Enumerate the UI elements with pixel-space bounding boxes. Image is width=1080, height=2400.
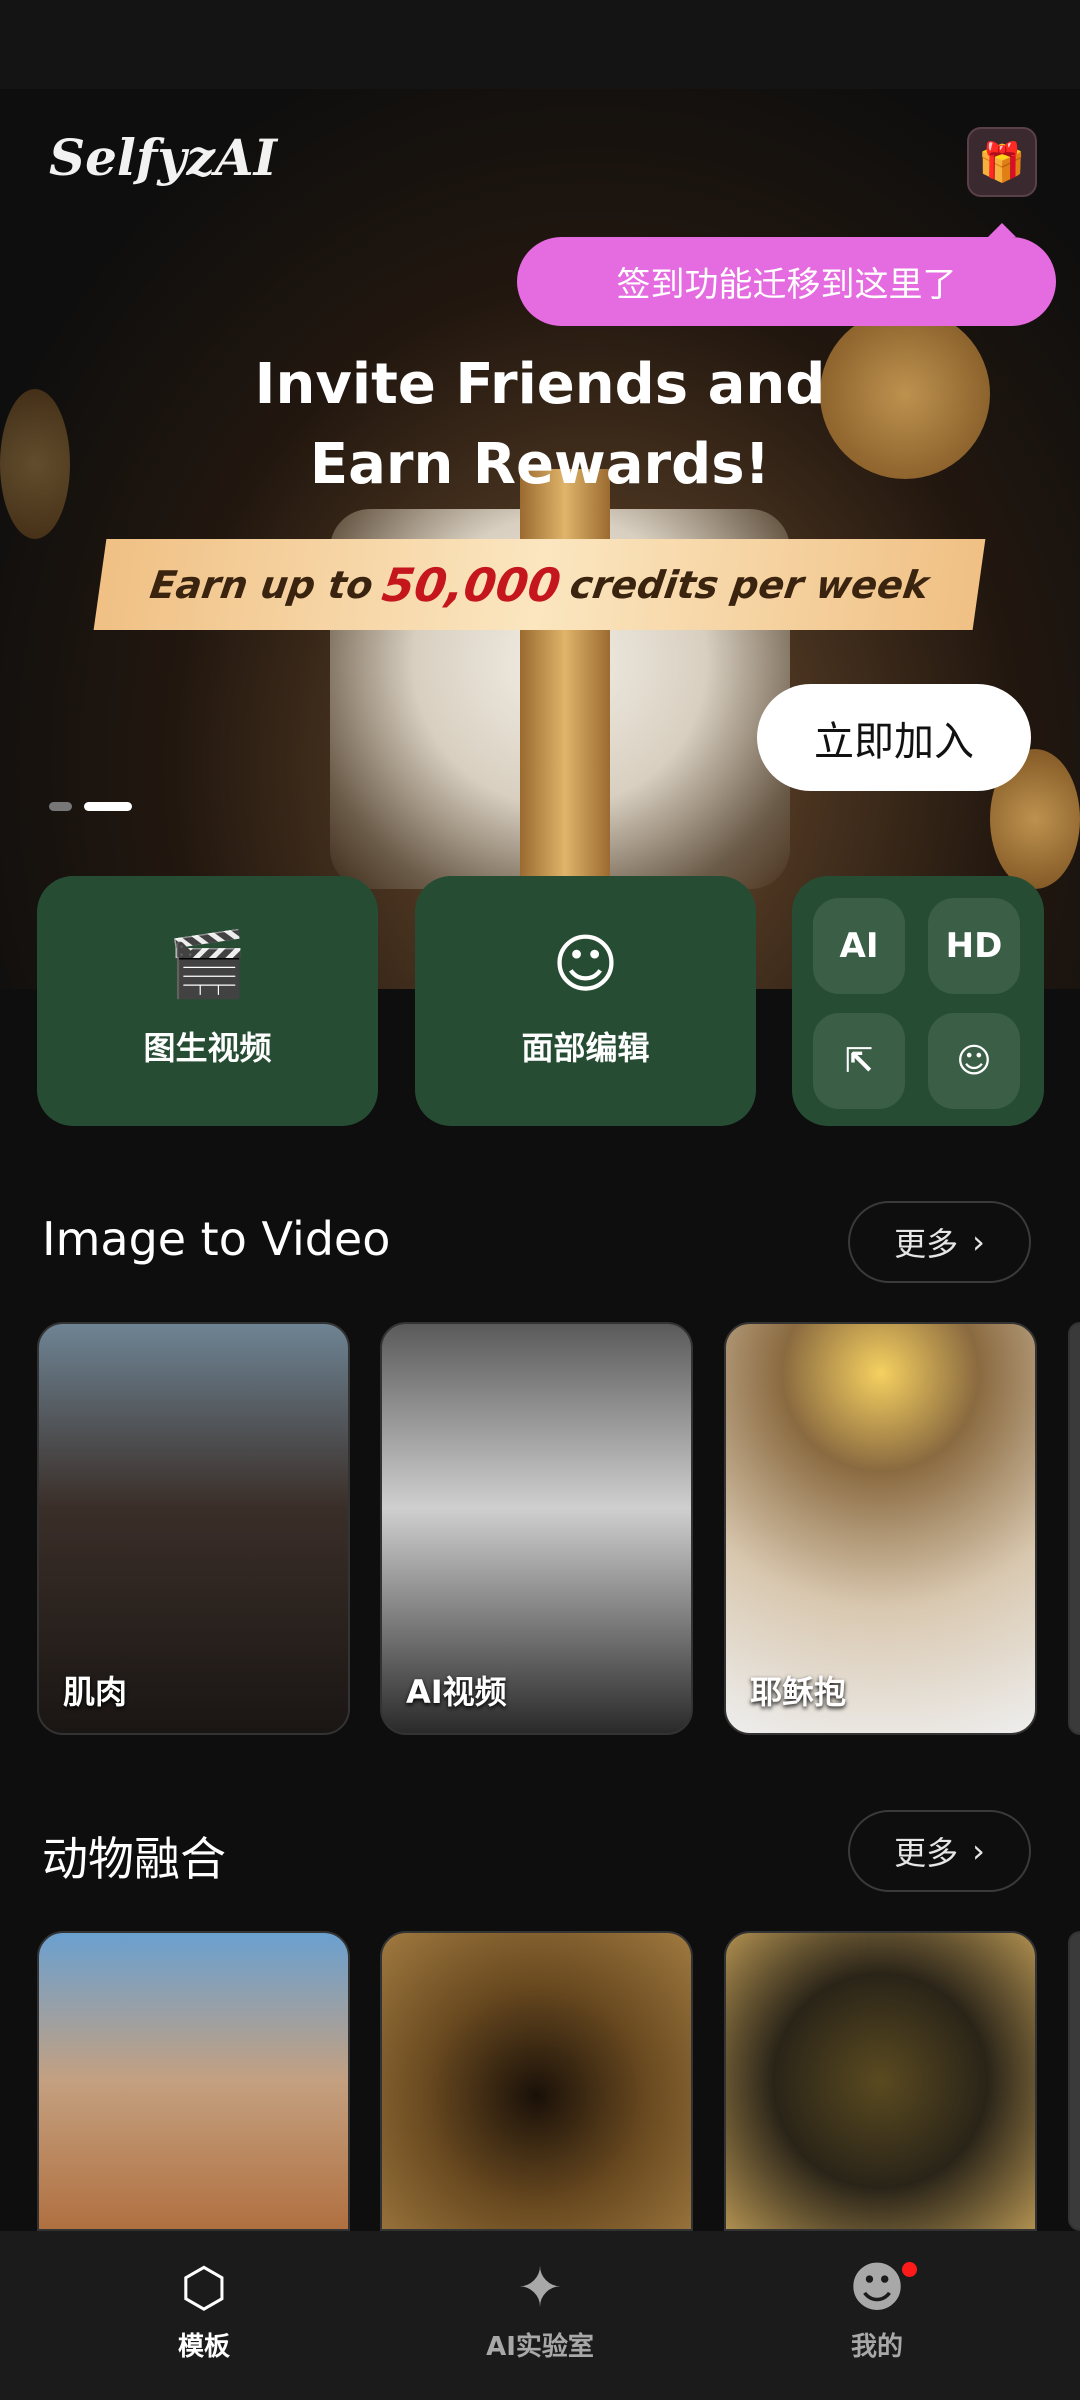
banner-title-line2: Earn Rewards!: [309, 432, 771, 497]
gift-ribbon-image: [520, 469, 610, 889]
baby-face-icon[interactable]: ☺: [928, 1013, 1020, 1109]
template-label: 肌肉: [63, 1673, 128, 1711]
feature-label: 图生视频: [143, 1029, 272, 1067]
feature-card-image-to-video[interactable]: 🎬 图生视频: [37, 876, 378, 1126]
bottom-nav: ⬡ 模板 ✦ AI实验室 ☻ 我的: [0, 2231, 1080, 2400]
more-label: 更多: [894, 1834, 959, 1872]
ai-video-icon: 🎬: [167, 928, 248, 1002]
nav-label: 模板: [177, 2332, 230, 2362]
nav-templates[interactable]: ⬡ 模板: [84, 2256, 324, 2363]
nav-label: AI实验室: [486, 2332, 594, 2362]
template-card-partial[interactable]: [1068, 1322, 1080, 1735]
template-card[interactable]: 肌肉: [37, 1322, 350, 1735]
template-card[interactable]: AI视频: [380, 1322, 693, 1735]
more-button[interactable]: 更多 ›: [848, 1201, 1031, 1283]
section-title: 动物融合: [42, 1832, 226, 1886]
more-label: 更多: [894, 1225, 959, 1263]
expand-icon[interactable]: ⇱: [813, 1013, 905, 1109]
carousel-dot-active[interactable]: [84, 802, 132, 811]
nav-label: 我的: [850, 2332, 903, 2362]
join-now-button[interactable]: 立即加入: [757, 684, 1031, 791]
template-label: AI视频: [406, 1673, 507, 1711]
chevron-right-icon: ›: [972, 1832, 985, 1870]
app-logo: SelfyzAI: [49, 128, 278, 187]
profile-icon: ☻: [848, 2256, 906, 2319]
template-icon: ⬡: [180, 2256, 228, 2319]
banner-title-line1: Invite Friends and: [254, 352, 826, 417]
banner-reward-strip: Earn up to 50,000 credits per week: [93, 539, 986, 630]
template-card[interactable]: [380, 1931, 693, 2231]
template-label: 耶稣抱: [750, 1673, 847, 1711]
section-title: Image to Video: [42, 1212, 391, 1266]
strip-prefix: Earn up to: [147, 562, 376, 607]
strip-amount: 50,000: [379, 557, 565, 612]
template-card[interactable]: 耶稣抱: [724, 1322, 1037, 1735]
template-card[interactable]: [37, 1931, 350, 2231]
chevron-right-icon: ›: [972, 1223, 985, 1261]
nav-profile[interactable]: ☻ 我的: [757, 2256, 997, 2363]
carousel-dot[interactable]: [49, 802, 72, 811]
template-card[interactable]: [724, 1931, 1037, 2231]
feature-card-face-edit[interactable]: ☺ 面部编辑: [415, 876, 756, 1126]
status-bar: [0, 0, 1080, 89]
more-button[interactable]: 更多 ›: [848, 1810, 1031, 1892]
ai-image-icon[interactable]: AI: [813, 898, 905, 994]
face-edit-icon: ☺: [552, 928, 619, 1002]
hd-icon[interactable]: HD: [928, 898, 1020, 994]
nav-ai-lab[interactable]: ✦ AI实验室: [420, 2256, 660, 2363]
ai-lab-icon: ✦: [517, 2256, 563, 2319]
template-card-partial[interactable]: [1068, 1931, 1080, 2231]
strip-suffix: credits per week: [567, 562, 932, 607]
gift-icon[interactable]: 🎁: [967, 127, 1037, 197]
feature-label: 面部编辑: [521, 1029, 650, 1067]
mini-tools-card: AI HD ⇱ ☺: [792, 876, 1044, 1126]
checkin-tooltip[interactable]: 签到功能迁移到这里了: [517, 223, 1056, 326]
notification-badge: [902, 2262, 917, 2277]
